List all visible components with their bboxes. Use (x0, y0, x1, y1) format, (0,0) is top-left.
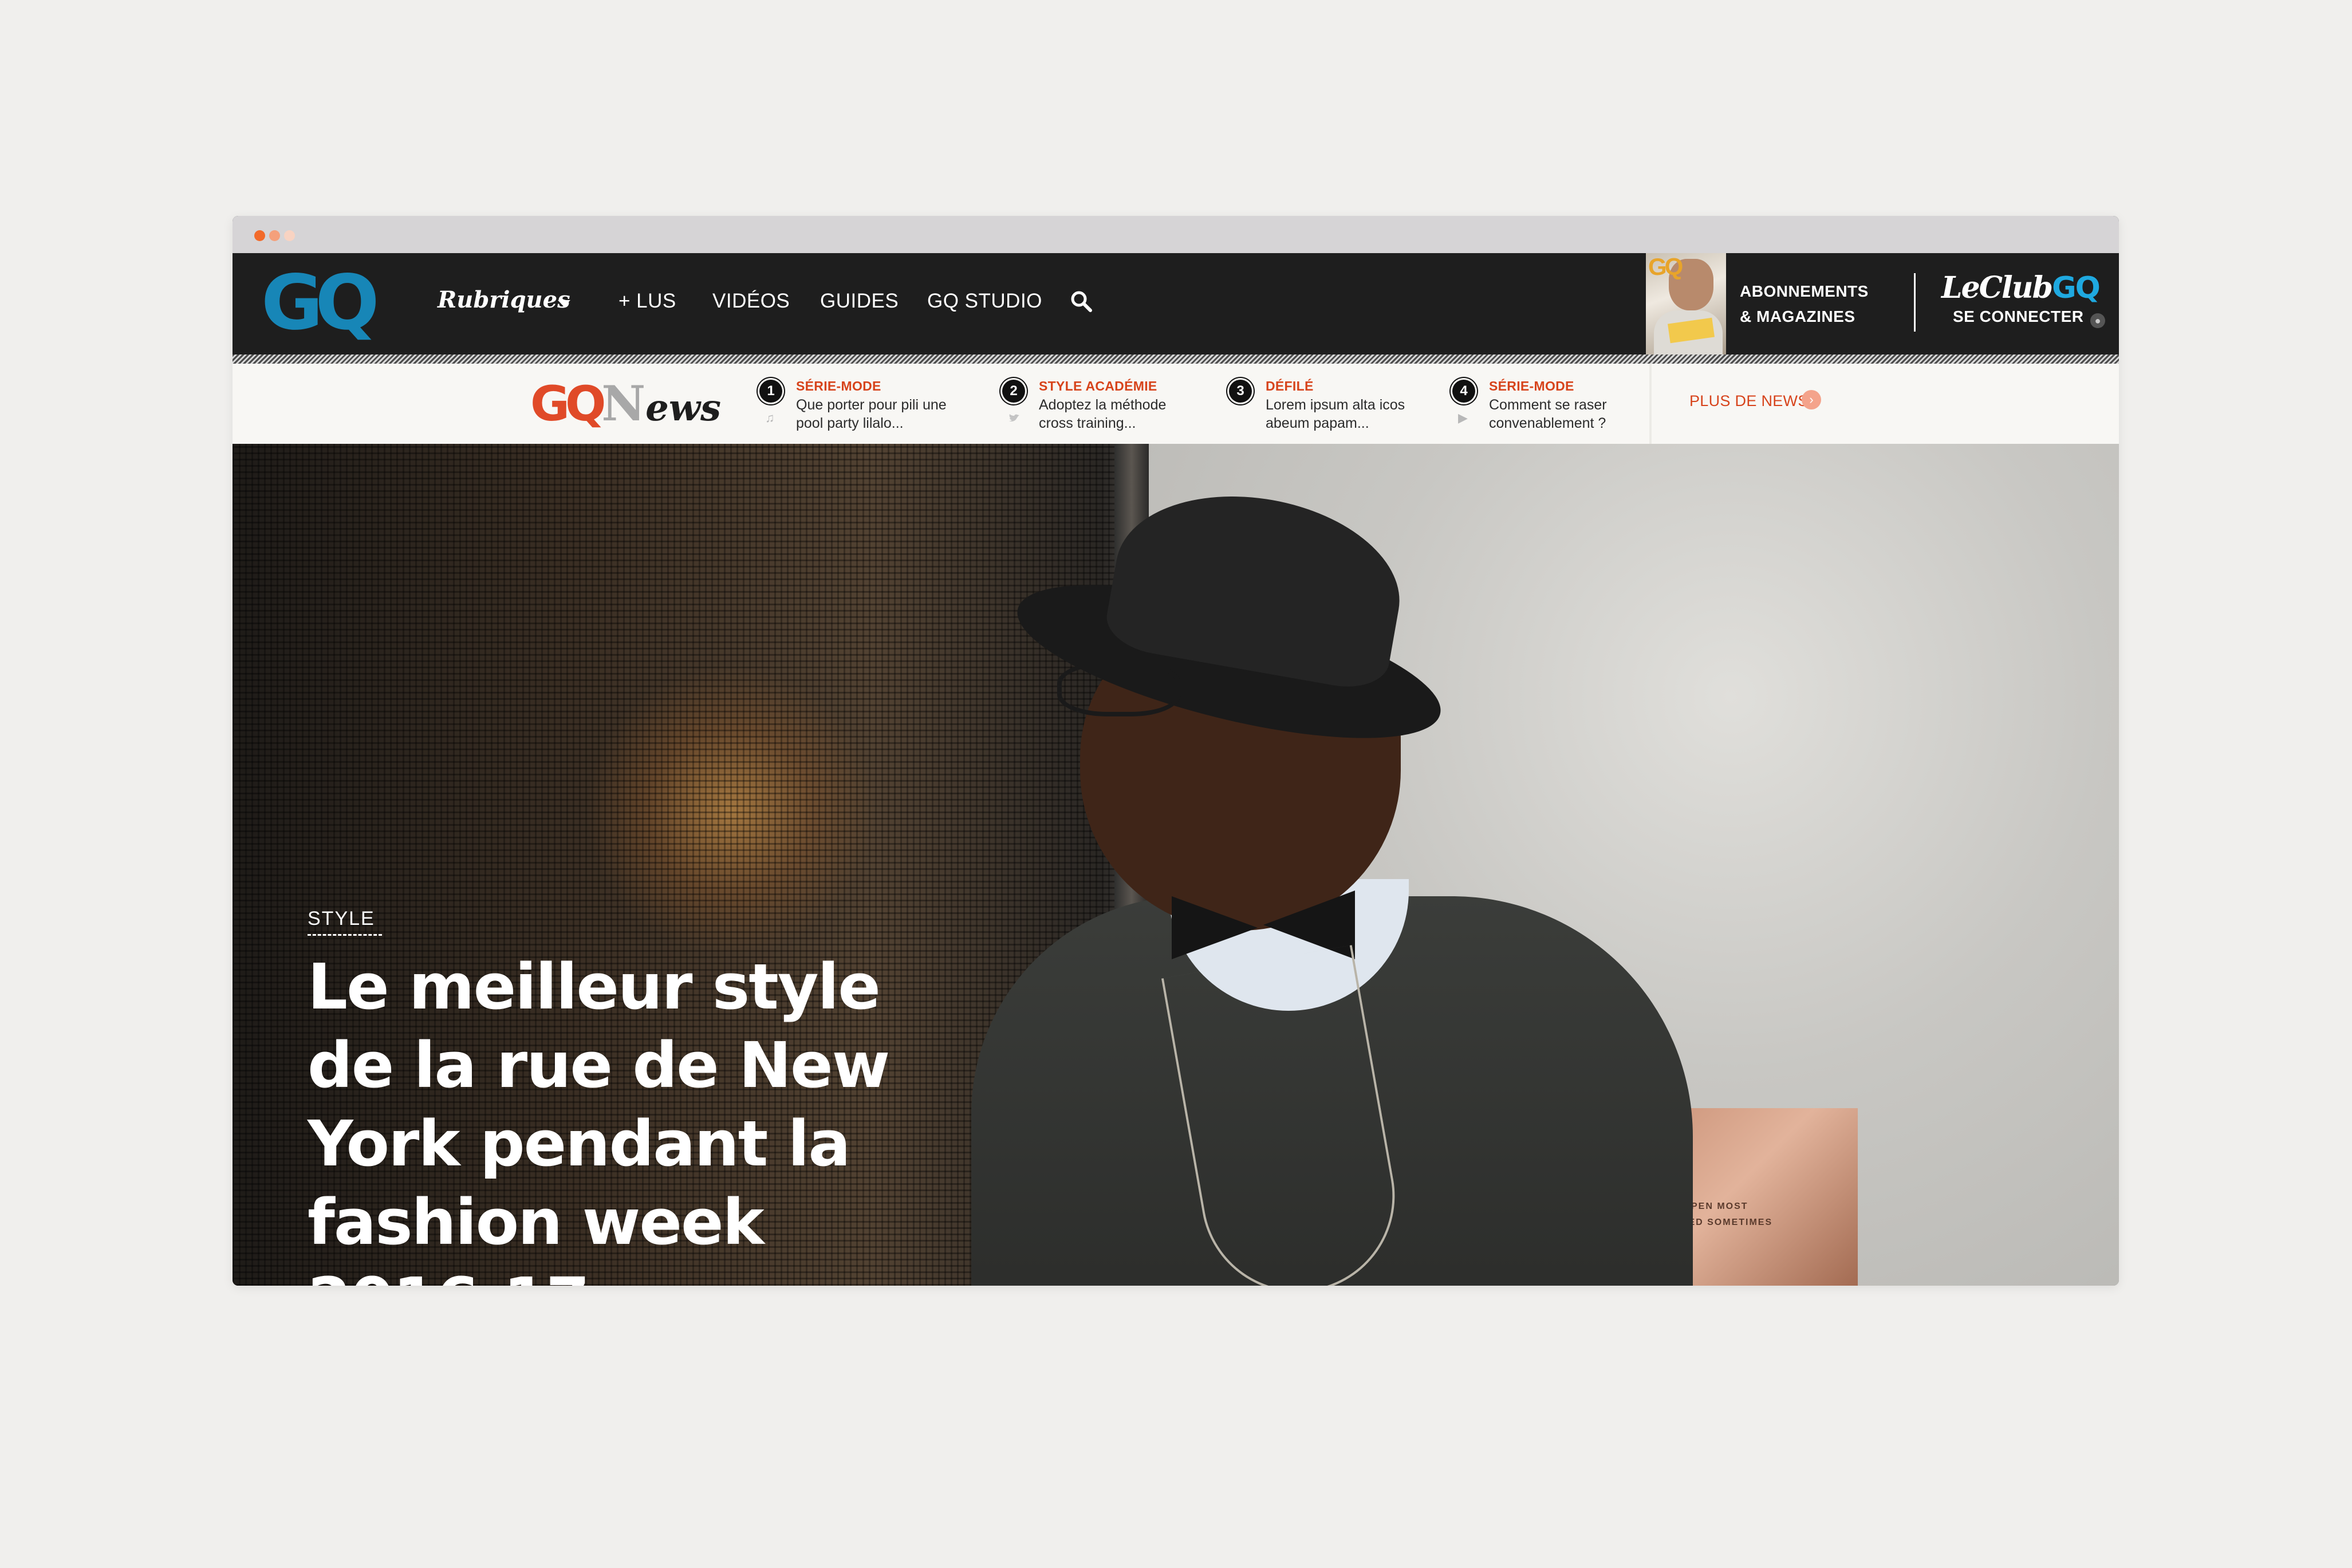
gq-news-logo[interactable]: GQNews (530, 380, 725, 430)
hero-headline[interactable]: Le meilleur style de la rue de New York … (308, 948, 995, 1286)
hero-bowtie-left (1172, 896, 1258, 959)
magazine-cover[interactable]: GQ (1646, 253, 1726, 354)
hero-glasses (1057, 661, 1181, 716)
arrow-right-icon[interactable]: › (1802, 390, 1821, 409)
header-divider (1914, 273, 1916, 332)
play-icon: ▶ (1458, 411, 1468, 425)
news-logo-n: N (601, 375, 646, 432)
news-logo-gq: GQ (530, 376, 606, 432)
subscriptions-line1: ABONNEMENTS (1740, 282, 1869, 300)
news-summary: Comment se raser convenablement ? (1489, 396, 1661, 432)
hatch-divider (233, 354, 2119, 364)
news-summary: Adoptez la méthode cross training... (1039, 396, 1211, 432)
news-category: DÉFILÉ (1266, 379, 1314, 393)
news-number-badge: 1 (759, 380, 782, 403)
gq-logo[interactable]: GQ (261, 265, 399, 341)
news-category: SÉRIE-MODE (1489, 379, 1574, 393)
news-summary-line1: Comment se raser (1489, 397, 1607, 413)
news-summary: Que porter pour pili une pool party lila… (796, 396, 968, 432)
maximize-window-button[interactable] (284, 230, 295, 241)
twitter-icon (1009, 414, 1019, 421)
club-gq-logo[interactable]: LeClubGQ (1941, 270, 2101, 305)
news-category: STYLE ACADÉMIE (1039, 379, 1157, 393)
news-number-badge: 3 (1229, 380, 1252, 403)
news-summary-line2: cross training... (1039, 415, 1136, 431)
music-icon: ♫ (765, 411, 775, 425)
news-summary-line2: convenablement ? (1489, 415, 1606, 431)
hero-category[interactable]: STYLE (308, 908, 375, 930)
more-news-link[interactable]: PLUS DE NEWS (1689, 392, 1809, 410)
minimize-window-button[interactable] (269, 230, 280, 241)
nav-link-guides[interactable]: GUIDES (820, 290, 899, 313)
news-summary-line1: Lorem ipsum alta icos (1266, 397, 1405, 413)
subscriptions-line2: & MAGAZINES (1740, 308, 1855, 325)
close-window-button[interactable] (254, 230, 265, 241)
search-icon[interactable] (1070, 290, 1093, 313)
browser-window: GQ Rubriques + LUS VIDÉOS GUIDES GQ STUD… (233, 216, 2119, 1286)
subscriptions-link[interactable]: ABONNEMENTS & MAGAZINES (1740, 279, 1869, 329)
window-chrome (233, 216, 2119, 253)
news-category: SÉRIE-MODE (796, 379, 881, 393)
club-brand-prefix: LeClub (1941, 270, 2053, 305)
chevron-down-icon[interactable] (558, 300, 570, 307)
login-link[interactable]: SE CONNECTER (1953, 308, 2083, 326)
hero-category-rule (308, 934, 382, 936)
news-item[interactable]: 3 DÉFILÉ Lorem ipsum alta icos abeum pap… (1229, 379, 1435, 436)
news-summary-line1: Que porter pour pili une (796, 397, 947, 413)
news-item[interactable]: 1 ♫ SÉRIE-MODE Que porter pour pili une … (759, 379, 966, 436)
cover-logo: GQ (1648, 253, 1683, 280)
news-summary-line1: Adoptez la méthode (1039, 397, 1167, 413)
news-number-badge: 2 (1002, 380, 1025, 403)
user-icon[interactable]: ● (2090, 313, 2105, 328)
news-logo-ews: ews (645, 387, 721, 430)
nav-rubriques[interactable]: Rubriques (438, 286, 570, 313)
nav-link-gq-studio[interactable]: GQ STUDIO (927, 290, 1042, 313)
top-navbar: GQ Rubriques + LUS VIDÉOS GUIDES GQ STUD… (233, 253, 2119, 354)
news-bar: GQNews 1 ♫ SÉRIE-MODE Que porter pour pi… (233, 364, 2119, 444)
hero-banner[interactable]: OPEN MOST CLOSED SOMETIMES STYLE Le meil… (233, 444, 2119, 1286)
news-divider (1649, 364, 1652, 444)
news-item[interactable]: 4 ▶ SÉRIE-MODE Comment se raser convenab… (1452, 379, 1658, 436)
news-summary-line2: pool party lilalo... (796, 415, 904, 431)
news-summary-line2: abeum papam... (1266, 415, 1369, 431)
news-number-badge: 4 (1452, 380, 1475, 403)
club-brand-suffix: GQ (2051, 271, 2101, 305)
nav-link-plus-lus[interactable]: + LUS (618, 290, 676, 313)
news-item[interactable]: 2 STYLE ACADÉMIE Adoptez la méthode cros… (1002, 379, 1208, 436)
nav-link-videos[interactable]: VIDÉOS (712, 290, 790, 313)
news-summary: Lorem ipsum alta icos abeum papam... (1266, 396, 1437, 432)
